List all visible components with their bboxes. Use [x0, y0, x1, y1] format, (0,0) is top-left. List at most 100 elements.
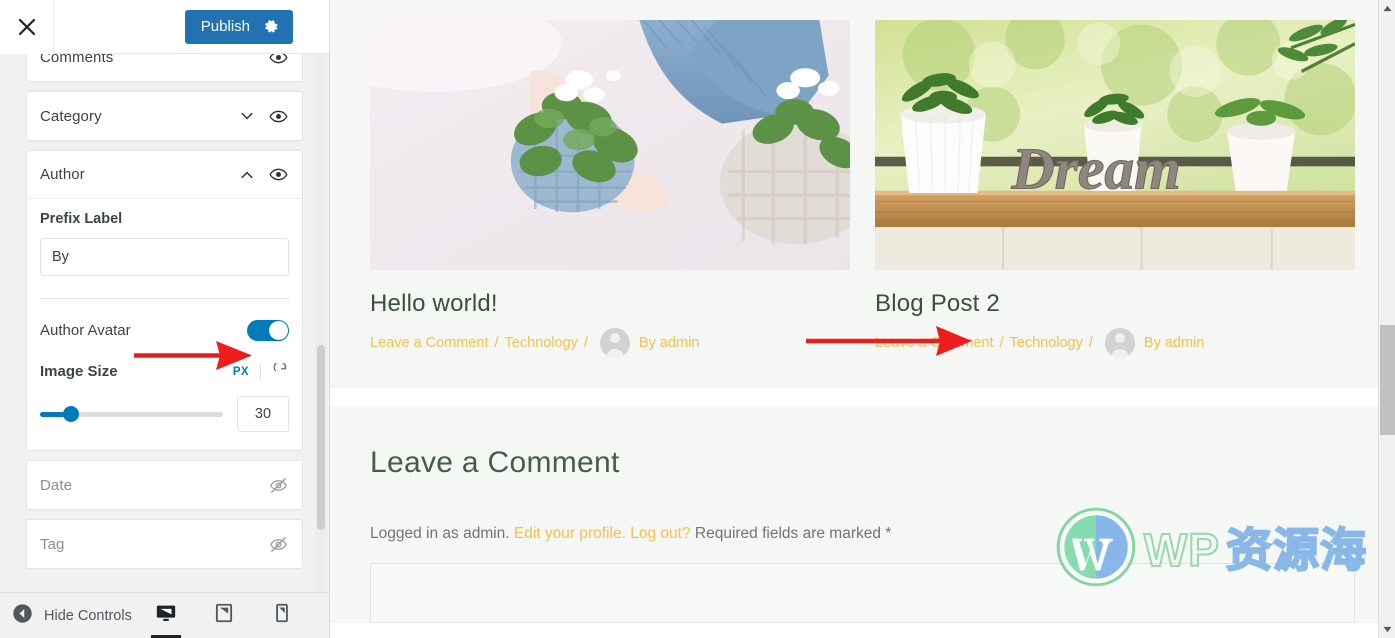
- divider: [260, 363, 261, 380]
- eye-visible-icon[interactable]: [258, 107, 288, 126]
- edit-profile-link[interactable]: Edit your profile.: [514, 525, 626, 542]
- prefix-label-title: Prefix Label: [40, 211, 123, 227]
- panel-category-header[interactable]: Category: [27, 92, 302, 140]
- desktop-icon: [155, 602, 177, 629]
- prefix-label-input[interactable]: [40, 238, 289, 276]
- close-icon: [17, 17, 37, 37]
- logged-in-notice: Logged in as admin. Edit your profile. L…: [370, 525, 1355, 543]
- reset-icon[interactable]: [272, 363, 289, 380]
- required-fields-note: Required fields are marked *: [694, 525, 892, 542]
- gear-icon[interactable]: [264, 19, 280, 35]
- svg-text:Dream: Dream: [1011, 136, 1181, 202]
- chevron-up-icon[interactable]: [236, 167, 258, 183]
- comments-heading: Leave a Comment: [370, 446, 620, 479]
- posts-section: Hello world! Leave a Comment / Technolog…: [330, 0, 1395, 388]
- post-featured-image[interactable]: [370, 20, 850, 270]
- unit-px-button[interactable]: PX: [233, 366, 249, 378]
- publish-label: Publish: [200, 18, 250, 35]
- comments-section: Leave a Comment Logged in as admin. Edit…: [330, 406, 1395, 623]
- author-link[interactable]: By admin: [639, 335, 699, 351]
- meta-separator: /: [1088, 335, 1093, 351]
- image-size-slider-row: [40, 396, 289, 432]
- publish-area: Publish: [184, 9, 329, 44]
- meta-separator: /: [583, 335, 588, 351]
- post-meta: Leave a Comment / Technology / By admin: [875, 328, 1355, 358]
- image-size-input[interactable]: [237, 396, 289, 432]
- device-preview-switcher: [151, 593, 313, 638]
- author-link[interactable]: By admin: [1144, 335, 1204, 351]
- scroll-down-arrow-icon[interactable]: [1379, 621, 1395, 638]
- succulents-photo: Dream Dream: [875, 20, 1355, 270]
- divider: [40, 298, 289, 299]
- post-meta: Leave a Comment / Technology / By admin: [370, 328, 850, 358]
- customizer-app: Publish Comments Category Author Prefix …: [0, 0, 1395, 638]
- panel-author-title: Author: [40, 166, 85, 183]
- chevron-left-circle-icon: [12, 603, 33, 629]
- eye-hidden-icon[interactable]: [258, 476, 288, 495]
- hide-controls-label: Hide Controls: [44, 607, 132, 624]
- image-size-label: Image Size: [40, 363, 118, 380]
- device-desktop-button[interactable]: [151, 593, 181, 638]
- scroll-up-arrow-icon[interactable]: [1379, 0, 1395, 17]
- panel-tag-header[interactable]: Tag: [27, 520, 302, 568]
- comment-textarea[interactable]: [370, 563, 1355, 623]
- post-featured-image[interactable]: Dream Dream: [875, 20, 1355, 270]
- panel-author[interactable]: Author Prefix Label By Author Avatar Ima…: [26, 150, 303, 451]
- sidebar-header: Publish: [0, 0, 329, 54]
- sidebar-panel-list: Comments Category Author Prefix Label By…: [0, 54, 329, 569]
- customizer-sidebar: Publish Comments Category Author Prefix …: [0, 0, 330, 638]
- panel-comments-header[interactable]: Comments: [27, 54, 302, 81]
- sidebar-scroll-thumb[interactable]: [317, 345, 325, 530]
- sidebar-scroll-region[interactable]: Comments Category Author Prefix Label By…: [0, 54, 329, 592]
- eye-visible-icon[interactable]: [258, 165, 288, 184]
- device-tablet-button[interactable]: [209, 593, 239, 638]
- panel-author-body: Prefix Label Author Avatar Image Size PX: [27, 199, 302, 450]
- category-link[interactable]: Technology: [505, 335, 578, 351]
- post-grid: Hello world! Leave a Comment / Technolog…: [370, 20, 1355, 358]
- planting-photo: [370, 20, 850, 270]
- eye-hidden-icon[interactable]: [258, 535, 288, 554]
- panel-date-header[interactable]: Date: [27, 461, 302, 509]
- panel-tag[interactable]: Tag: [26, 519, 303, 569]
- publish-button[interactable]: Publish: [184, 9, 293, 44]
- author-avatar-label: Author Avatar: [40, 321, 131, 339]
- hide-controls-button[interactable]: Hide Controls: [12, 603, 151, 629]
- post-card: Hello world! Leave a Comment / Technolog…: [370, 20, 850, 358]
- leave-a-comment-link[interactable]: Leave a Comment: [370, 335, 488, 351]
- avatar-body: [1110, 349, 1129, 358]
- meta-separator: /: [999, 335, 1004, 351]
- section-gap: [330, 388, 1395, 406]
- toggle-knob: [269, 320, 288, 340]
- close-button[interactable]: [0, 0, 54, 54]
- panel-author-header[interactable]: Author: [27, 151, 302, 199]
- chevron-down-icon[interactable]: [236, 108, 258, 124]
- author-avatar-toggle[interactable]: [247, 319, 289, 341]
- post-card: Dream Dream Blog Post 2 Leave a Comment …: [875, 20, 1355, 358]
- author-avatar: [599, 328, 630, 358]
- panel-category[interactable]: Category: [26, 91, 303, 141]
- panel-tag-title: Tag: [40, 535, 65, 553]
- image-size-slider[interactable]: [40, 405, 223, 423]
- eye-visible-icon[interactable]: [258, 54, 288, 67]
- avatar-body: [605, 349, 624, 358]
- browser-scrollbar[interactable]: [1378, 0, 1395, 638]
- author-avatar-row: Author Avatar: [40, 317, 289, 343]
- author-avatar: [1104, 328, 1135, 358]
- post-title[interactable]: Hello world!: [370, 290, 850, 318]
- browser-scroll-thumb[interactable]: [1380, 325, 1395, 435]
- device-mobile-button[interactable]: [267, 593, 297, 638]
- leave-a-comment-link[interactable]: Leave a Comment: [875, 335, 993, 351]
- category-link[interactable]: Technology: [1010, 335, 1083, 351]
- logout-link[interactable]: Log out?: [630, 525, 690, 542]
- slider-thumb[interactable]: [63, 406, 80, 422]
- site-preview: Hello world! Leave a Comment / Technolog…: [330, 0, 1395, 638]
- panel-category-title: Category: [40, 107, 102, 125]
- panel-date[interactable]: Date: [26, 460, 303, 510]
- mobile-icon: [275, 602, 289, 629]
- post-title[interactable]: Blog Post 2: [875, 290, 1355, 318]
- panel-date-title: Date: [40, 476, 73, 494]
- panel-comments[interactable]: Comments: [26, 54, 303, 82]
- meta-separator: /: [494, 335, 499, 351]
- panel-comments-title: Comments: [40, 54, 114, 66]
- sidebar-footer: Hide Controls: [0, 592, 329, 638]
